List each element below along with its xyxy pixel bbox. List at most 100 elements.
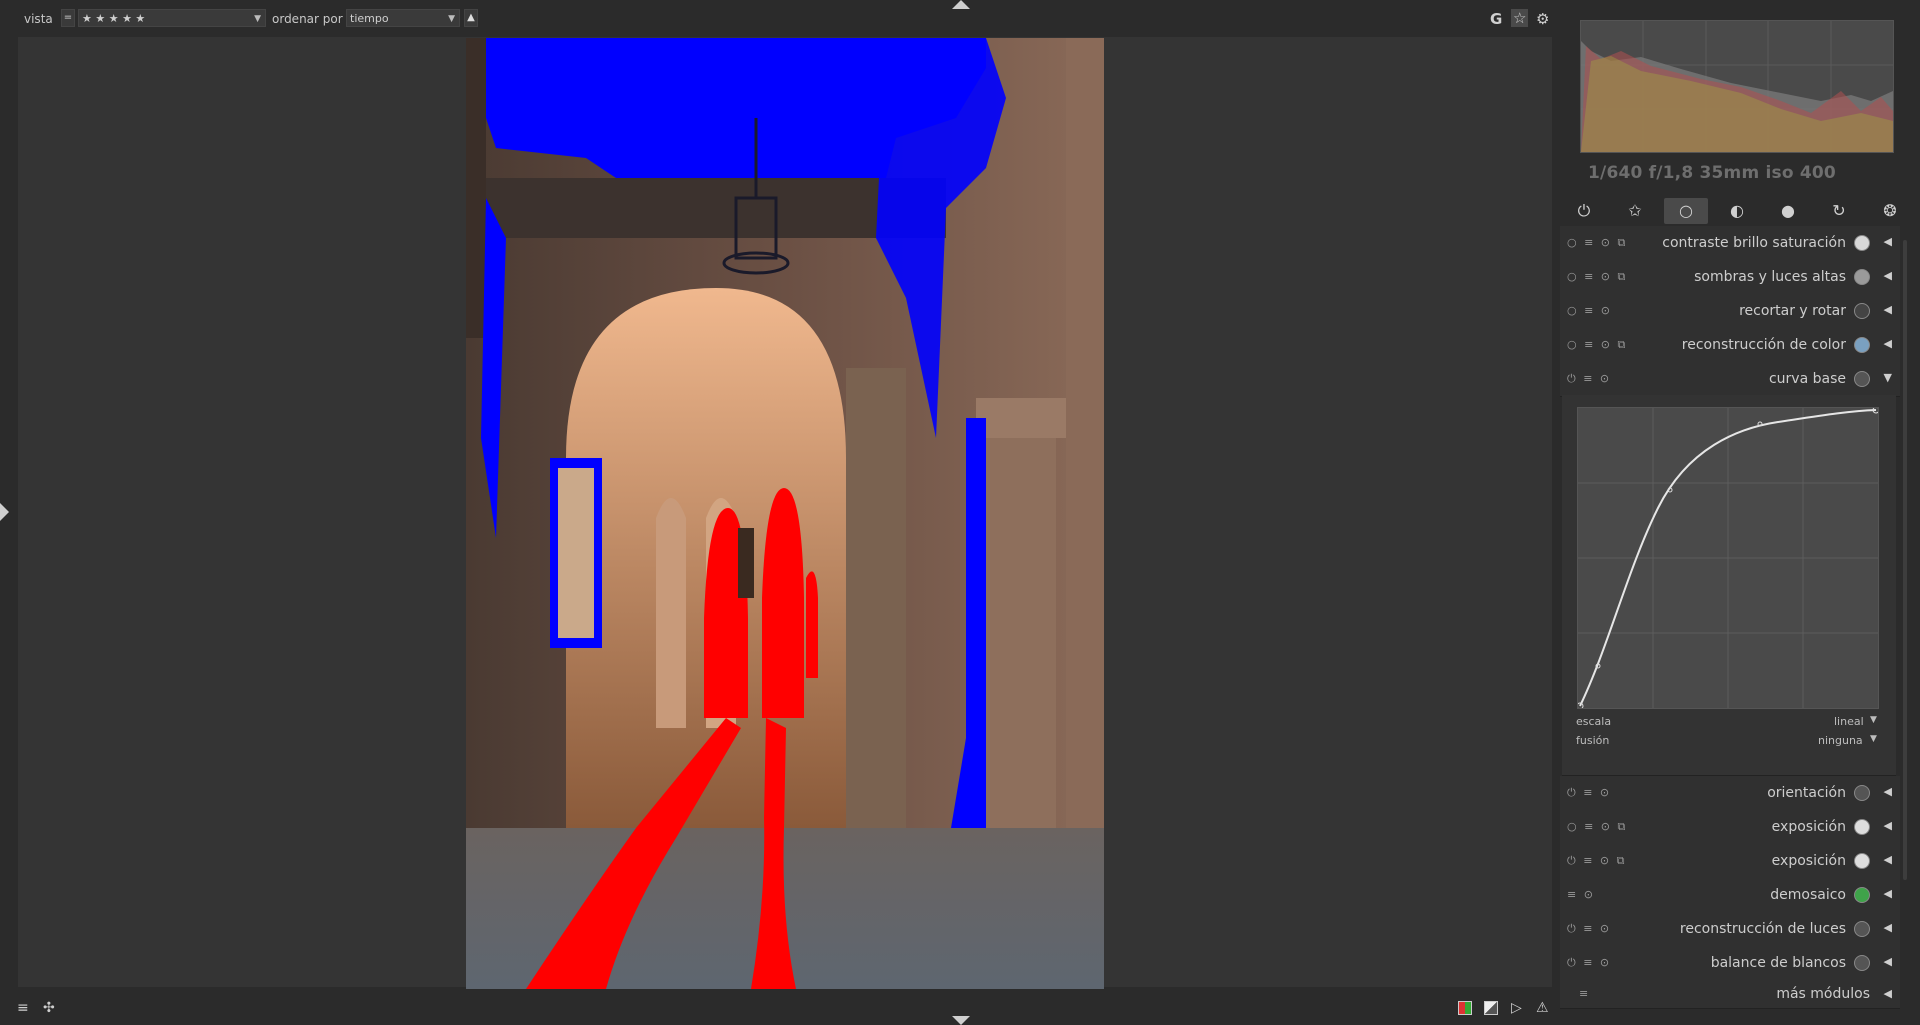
quick-access-menu-icon[interactable]: ≡ (17, 1000, 29, 1016)
histogram[interactable] (1580, 20, 1894, 153)
exif-info: 1/640 f/1,8 35mm iso 400 (1588, 163, 1836, 183)
module-controls-icons[interactable]: ⏻ ≡ ⊙ (1567, 786, 1611, 800)
rating-filter-dropdown[interactable]: ★ ★ ★ ★ ★ ▼ (78, 9, 266, 27)
module-controls-icons[interactable]: ○ ≡ ⊙ ⧉ (1567, 820, 1627, 834)
module-row[interactable]: ⏻ ≡ ⊙ ⧉ exposición ◀ (1560, 844, 1900, 879)
correct-icon[interactable]: ↻ (1817, 198, 1861, 224)
image-preview[interactable] (466, 38, 1104, 989)
module-row[interactable]: ⏻ ≡ ⊙ reconstrucción de luces ◀ (1560, 912, 1900, 947)
expand-arrow-icon: ◀ (1883, 337, 1892, 350)
top-panel-toggle[interactable] (952, 0, 970, 9)
module-name: demosaico (1770, 887, 1846, 903)
module-row[interactable]: ⏻ ≡ ⊙ orientación ◀ (1560, 776, 1900, 811)
module-controls-icons[interactable]: ○ ≡ ⊙ (1567, 304, 1612, 317)
sort-dropdown[interactable]: tiempo ▼ (346, 9, 460, 27)
grouping-icon[interactable]: G (1490, 10, 1502, 28)
expand-arrow-icon: ◀ (1883, 785, 1892, 798)
module-icon (1854, 303, 1870, 319)
module-name: exposición (1771, 819, 1846, 835)
star-overlay-icon[interactable]: ☆ (1511, 9, 1529, 27)
module-row[interactable]: ○ ≡ ⊙ ⧉ exposición ◀ (1560, 810, 1900, 845)
module-row[interactable]: ○ ≡ ⊙ ⧉ contraste brillo saturación ◀ (1560, 226, 1900, 261)
module-name: balance de blancos (1710, 955, 1846, 971)
module-icon (1854, 371, 1870, 387)
module-name: contraste brillo saturación (1662, 235, 1846, 251)
color-icon[interactable]: ● (1766, 198, 1810, 224)
expand-arrow-icon: ◀ (1883, 235, 1892, 248)
module-icon (1854, 785, 1870, 801)
gamut-check-icon[interactable]: ⚠ (1536, 1000, 1549, 1016)
chevron-down-icon: ▼ (1870, 715, 1877, 725)
module-controls-icons[interactable]: ≡ ⊙ (1567, 888, 1595, 901)
module-icon (1854, 819, 1870, 835)
expand-arrow-icon: ▼ (1883, 371, 1892, 384)
more-modules-label: más módulos (1776, 986, 1870, 1002)
tone-icon[interactable]: ◐ (1715, 198, 1759, 224)
expand-arrow-icon: ◀ (1883, 269, 1892, 282)
curve-scale-value[interactable]: lineal (1834, 715, 1864, 728)
rating-filter-value: ★ ★ ★ ★ ★ (82, 12, 146, 25)
module-controls-icons[interactable]: ⏻ ≡ ⊙ ⧉ (1567, 854, 1626, 868)
expand-arrow-icon: ◀ (1883, 853, 1892, 866)
expand-arrow-icon: ◀ (1883, 987, 1892, 1000)
chevron-down-icon: ▼ (254, 14, 261, 24)
module-row[interactable]: ○ ≡ ⊙ ⧉ reconstrucción de color ◀ (1560, 328, 1900, 363)
module-name: sombras y luces altas (1694, 269, 1846, 285)
module-icon (1854, 921, 1870, 937)
bottom-toolbar (0, 993, 1560, 1025)
module-name: orientación (1767, 785, 1846, 801)
menu-icon: ≡ (1579, 987, 1591, 1000)
view-operator-button[interactable]: = (61, 9, 75, 27)
effects-icon[interactable]: ❂ (1868, 198, 1912, 224)
gear-icon[interactable]: ⚙ (1536, 10, 1549, 28)
module-name: recortar y rotar (1739, 303, 1846, 319)
module-controls-icons[interactable]: ○ ≡ ⊙ ⧉ (1567, 236, 1627, 250)
right-panel-scrollbar[interactable] (1903, 240, 1907, 880)
module-name: curva base (1768, 371, 1846, 387)
expand-arrow-icon: ◀ (1883, 887, 1892, 900)
expand-arrow-icon: ◀ (1883, 303, 1892, 316)
curve-scale-label: escala (1576, 715, 1612, 728)
expand-arrow-icon: ◀ (1883, 921, 1892, 934)
module-controls-icons[interactable]: ○ ≡ ⊙ ⧉ (1567, 270, 1627, 284)
sort-value: tiempo (350, 12, 389, 25)
module-name: reconstrucción de luces (1679, 921, 1846, 937)
overexposure-icon[interactable] (1484, 1001, 1498, 1015)
left-panel-toggle[interactable] (0, 503, 9, 521)
module-name: reconstrucción de color (1681, 337, 1846, 353)
module-icon (1854, 955, 1870, 971)
module-row[interactable]: ⏻ ≡ ⊙ curva base ▼ (1560, 362, 1900, 397)
module-controls-icons[interactable]: ⏻ ≡ ⊙ (1567, 372, 1611, 386)
bottom-panel-toggle[interactable] (952, 1016, 970, 1025)
module-row[interactable]: ≡ ⊙ demosaico ◀ (1560, 878, 1900, 913)
module-controls-icons[interactable]: ○ ≡ ⊙ ⧉ (1567, 338, 1627, 352)
module-row[interactable]: ⏻ ≡ ⊙ balance de blancos ◀ (1560, 946, 1900, 981)
curve-graph (1576, 406, 1880, 710)
module-controls-icons[interactable]: ⏻ ≡ ⊙ (1567, 956, 1611, 970)
base-icon[interactable]: ○ (1664, 198, 1708, 224)
histogram-graph (1581, 21, 1893, 152)
chevron-down-icon: ▼ (1870, 734, 1877, 744)
curve-editor[interactable] (1576, 406, 1880, 710)
module-icon (1854, 269, 1870, 285)
curve-blend-value[interactable]: ninguna (1818, 734, 1863, 747)
power-icon[interactable]: ⏻ (1562, 198, 1606, 224)
photo-arcade (466, 38, 1104, 989)
module-controls-icons[interactable]: ⏻ ≡ ⊙ (1567, 922, 1611, 936)
curve-blend-label: fusión (1576, 734, 1610, 747)
softproof-icon[interactable]: ▷ (1511, 1000, 1522, 1016)
expand-arrow-icon: ◀ (1883, 819, 1892, 832)
color-assessment-icon[interactable] (1458, 1001, 1472, 1015)
more-modules[interactable]: ≡ más módulos ◀ (1560, 980, 1900, 1009)
chevron-down-icon: ▼ (448, 14, 455, 24)
module-icon (1854, 337, 1870, 353)
module-row[interactable]: ○ ≡ ⊙ ⧉ sombras y luces altas ◀ (1560, 260, 1900, 295)
expand-arrow-icon: ◀ (1883, 955, 1892, 968)
view-label: vista (24, 12, 53, 26)
module-row[interactable]: ○ ≡ ⊙ recortar y rotar ◀ (1560, 294, 1900, 329)
module-icon (1854, 887, 1870, 903)
module-icon (1854, 235, 1870, 251)
styles-icon[interactable]: ✣ (43, 1000, 55, 1016)
sort-direction-button[interactable]: ▲ (464, 9, 478, 27)
favorites-icon[interactable]: ✩ (1613, 198, 1657, 224)
